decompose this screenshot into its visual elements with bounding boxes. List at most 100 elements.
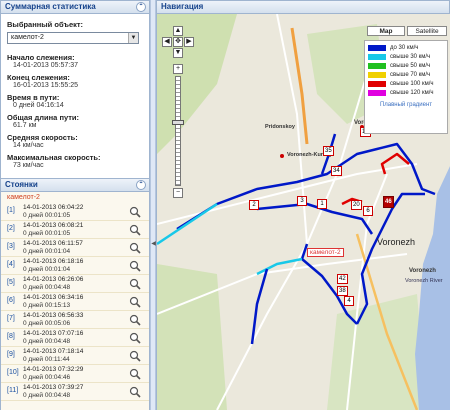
- route-marker[interactable]: 4: [344, 296, 354, 306]
- route-marker[interactable]: 6: [363, 206, 373, 216]
- legend-label: свыше 50 км/ч: [390, 63, 431, 69]
- vehicle-label[interactable]: камелот-2: [307, 248, 344, 257]
- stop-row[interactable]: [11] 14-01-2013 07:39:27 0 дней 00:04:48: [1, 383, 149, 401]
- object-select[interactable]: камелот-2 ▼: [7, 32, 139, 44]
- stop-row[interactable]: [1] 14-01-2013 06:04:22 0 дней 00:01:05: [1, 203, 149, 221]
- stop-index-link[interactable]: [10]: [7, 369, 19, 376]
- zoom-in-icon[interactable]: +: [173, 64, 183, 74]
- total-distance-label: Общая длина пути:: [7, 113, 80, 122]
- object-select-value: камелот-2: [11, 34, 44, 41]
- route-marker[interactable]: 2: [249, 200, 259, 210]
- route-marker-current[interactable]: 46: [383, 196, 394, 208]
- navigation-panel-header: Навигация: [156, 0, 450, 14]
- avg-speed-value: 14 км/час: [13, 142, 44, 149]
- place-label-voronezh: Voronezh: [377, 237, 416, 247]
- collapse-stops-icon[interactable]: ⌃: [136, 180, 146, 190]
- stop-index-link[interactable]: [11]: [7, 387, 18, 394]
- stop-row[interactable]: [9] 14-01-2013 07:18:14 0 дней 00:11:44: [1, 347, 149, 365]
- legend-row: до 30 км/ч: [368, 44, 444, 53]
- navigation-panel-title: Навигация: [161, 2, 204, 11]
- selected-object-label: Выбранный объект:: [7, 20, 84, 29]
- stop-row[interactable]: [5] 14-01-2013 06:26:06 0 дней 00:04:48: [1, 275, 149, 293]
- stop-duration: 0 дней 00:04:48: [23, 338, 71, 345]
- magnifier-icon[interactable]: [129, 368, 141, 380]
- stop-index-link[interactable]: [5]: [7, 279, 15, 286]
- route-marker[interactable]: 38: [337, 286, 348, 296]
- stop-index-link[interactable]: [4]: [7, 261, 15, 268]
- route-marker[interactable]: 3: [297, 196, 307, 206]
- stop-index-link[interactable]: [1]: [7, 207, 15, 214]
- stop-datetime: 14-01-2013 07:07:16: [23, 330, 84, 337]
- stops-panel: камелот-2 [1] 14-01-2013 06:04:22 0 дней 0…: [0, 192, 150, 410]
- pan-up-icon[interactable]: ▲: [173, 26, 183, 36]
- route-marker[interactable]: 1: [317, 199, 327, 209]
- route-marker[interactable]: 20: [351, 200, 362, 210]
- legend-row: свыше 70 км/ч: [368, 71, 444, 80]
- stop-datetime: 14-01-2013 06:26:06: [23, 276, 84, 283]
- chevron-down-icon[interactable]: ▼: [128, 33, 138, 43]
- map-type-map-button[interactable]: Map: [367, 26, 405, 36]
- route-marker[interactable]: 42: [337, 274, 348, 284]
- route-marker[interactable]: 35: [323, 146, 334, 156]
- legend-rows: до 30 км/ч свыше 30 км/ч свыше 50 км/ч свыш…: [368, 44, 444, 98]
- magnifier-icon[interactable]: [129, 206, 141, 218]
- stop-row[interactable]: [4] 14-01-2013 06:18:16 0 дней 00:01:04: [1, 257, 149, 275]
- stop-index-link[interactable]: [2]: [7, 225, 15, 232]
- start-tracking-value: 14-01-2013 05:57:37: [13, 62, 78, 69]
- stop-datetime: 14-01-2013 06:11:57: [23, 240, 83, 247]
- stop-row[interactable]: [3] 14-01-2013 06:11:57 0 дней 00:01:04: [1, 239, 149, 257]
- stop-row[interactable]: [10] 14-01-2013 07:32:29 0 дней 00:04:46: [1, 365, 149, 383]
- stop-duration: 0 дней 00:01:05: [23, 230, 71, 237]
- legend-row: свыше 100 км/ч: [368, 80, 444, 89]
- stop-duration: 0 дней 00:04:48: [23, 284, 71, 291]
- stop-datetime: 14-01-2013 06:08:21: [23, 222, 84, 229]
- stop-duration: 0 дней 00:15:13: [23, 302, 71, 309]
- stats-panel-header: Суммарная статистика ⌃: [0, 0, 150, 14]
- stop-index-link[interactable]: [7]: [7, 315, 15, 322]
- magnifier-icon[interactable]: [129, 242, 141, 254]
- stop-datetime: 14-01-2013 07:32:29: [23, 366, 84, 373]
- zoom-slider-thumb[interactable]: [172, 120, 184, 125]
- magnifier-icon[interactable]: [129, 260, 141, 272]
- stop-datetime: 14-01-2013 07:18:14: [23, 348, 84, 355]
- route-marker[interactable]: 34: [331, 166, 342, 176]
- map-canvas[interactable]: Pridonskoy Voronezh-Kursky Vorobei Voron…: [156, 14, 450, 410]
- magnifier-icon[interactable]: [129, 278, 141, 290]
- legend-swatch: [368, 45, 386, 51]
- stop-index-link[interactable]: [6]: [7, 297, 15, 304]
- center-map-icon[interactable]: ✥: [173, 37, 183, 47]
- place-label-pridonskoy: Pridonskoy: [265, 124, 295, 130]
- magnifier-icon[interactable]: [129, 386, 141, 398]
- stop-datetime: 14-01-2013 06:34:16: [23, 294, 84, 301]
- stop-row[interactable]: [8] 14-01-2013 07:07:16 0 дней 00:04:48: [1, 329, 149, 347]
- stop-index-link[interactable]: [8]: [7, 333, 15, 340]
- travel-time-value: 0 дней 04:16:14: [13, 102, 64, 109]
- stop-row[interactable]: [7] 14-01-2013 06:56:33 0 дней 00:05:06: [1, 311, 149, 329]
- stop-duration: 0 дней 00:01:04: [23, 248, 71, 255]
- avg-speed-label: Средняя скорость:: [7, 133, 78, 142]
- magnifier-icon[interactable]: [129, 224, 141, 236]
- magnifier-icon[interactable]: [129, 350, 141, 362]
- stops-panel-header: Стоянки ⌃: [0, 178, 150, 192]
- legend-label: свыше 30 км/ч: [390, 54, 431, 60]
- zoom-slider[interactable]: [175, 76, 181, 186]
- stop-index-link[interactable]: [9]: [7, 351, 15, 358]
- magnifier-icon[interactable]: [129, 314, 141, 326]
- pan-down-icon[interactable]: ▼: [173, 48, 183, 58]
- magnifier-icon[interactable]: [129, 296, 141, 308]
- navigation-panel: Навигация Pridonskoy Voronezh-Kursky Vor…: [156, 0, 450, 410]
- legend-swatch: [368, 81, 386, 87]
- collapse-stats-icon[interactable]: ⌃: [136, 2, 146, 12]
- smooth-gradient-link[interactable]: Плавный градиент: [368, 102, 444, 108]
- magnifier-icon[interactable]: [129, 332, 141, 344]
- legend-swatch: [368, 90, 386, 96]
- stop-row[interactable]: [2] 14-01-2013 06:08:21 0 дней 00:01:05: [1, 221, 149, 239]
- pan-left-icon[interactable]: ◀: [162, 37, 172, 47]
- zoom-out-icon[interactable]: −: [173, 188, 183, 198]
- pan-right-icon[interactable]: ▶: [184, 37, 194, 47]
- stats-panel: Выбранный объект: камелот-2 ▼ Начало сле…: [0, 14, 150, 178]
- stop-index-link[interactable]: [3]: [7, 243, 15, 250]
- stop-row[interactable]: [6] 14-01-2013 06:34:16 0 дней 00:15:13: [1, 293, 149, 311]
- map-type-satellite-button[interactable]: Satellite: [407, 26, 447, 36]
- total-distance-value: 61.7 км: [13, 122, 37, 129]
